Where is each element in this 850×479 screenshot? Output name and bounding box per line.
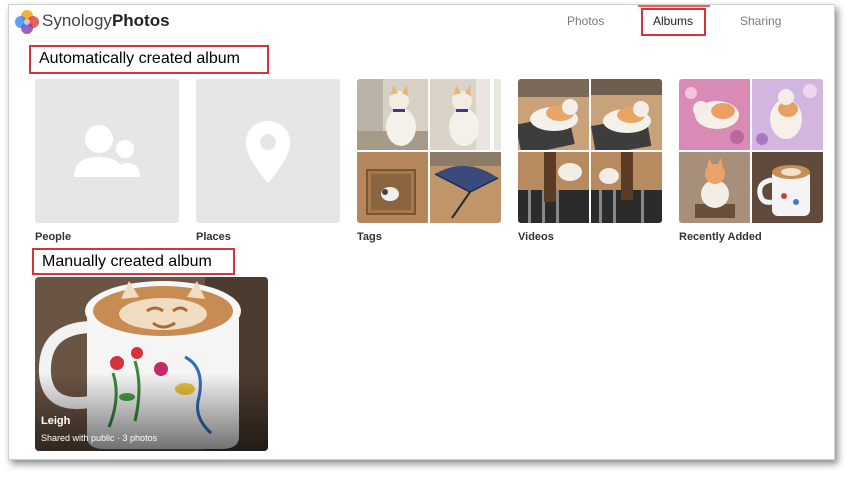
album-videos[interactable] bbox=[518, 79, 662, 223]
videos-thumb-chair-legs-1 bbox=[518, 152, 589, 223]
album-label-tags: Tags bbox=[357, 231, 382, 243]
recent-thumb-cat-blanket-2 bbox=[752, 79, 823, 150]
videos-thumb-cat-lying-1 bbox=[518, 79, 589, 150]
tags-thumb-umbrella bbox=[430, 152, 501, 223]
album-label-videos: Videos bbox=[518, 231, 554, 243]
album-recently-added[interactable] bbox=[679, 79, 823, 223]
album-leigh-title: Leigh bbox=[41, 415, 71, 427]
album-leigh-subtitle: Shared with public · 3 photos bbox=[41, 433, 158, 443]
videos-thumb-chair-legs-2 bbox=[591, 152, 662, 223]
album-label-recently-added: Recently Added bbox=[679, 231, 762, 243]
active-tab-indicator bbox=[638, 5, 710, 7]
tab-photos[interactable]: Photos bbox=[567, 14, 604, 28]
album-people[interactable] bbox=[35, 79, 179, 223]
album-places[interactable] bbox=[196, 79, 340, 223]
tab-sharing[interactable]: Sharing bbox=[740, 14, 781, 28]
album-label-places: Places bbox=[196, 231, 231, 243]
synology-photos-logo-icon bbox=[15, 10, 39, 34]
recent-thumb-cat-blanket-1 bbox=[679, 79, 750, 150]
albums-tab-highlight bbox=[641, 8, 706, 36]
videos-thumb-cat-lying-2 bbox=[591, 79, 662, 150]
album-leigh[interactable]: Leigh Shared with public · 3 photos bbox=[35, 277, 268, 451]
recent-thumb-latte-cup bbox=[752, 152, 823, 223]
brand-title: SynologyPhotos bbox=[42, 11, 170, 31]
callout-manual-albums: Manually created album bbox=[32, 248, 235, 275]
callout-automatic-albums: Automatically created album bbox=[29, 45, 269, 74]
tags-thumb-cat-box bbox=[357, 152, 428, 223]
map-pin-icon bbox=[246, 121, 290, 183]
tags-thumb-cat-window-1 bbox=[357, 79, 428, 150]
brand-bold: Photos bbox=[111, 11, 170, 30]
album-label-people: People bbox=[35, 231, 72, 243]
brand-plain: Synology bbox=[42, 11, 112, 30]
tags-thumb-cat-window-2 bbox=[430, 79, 501, 150]
app-window: SynologyPhotos Photos Albums Sharing Aut… bbox=[8, 4, 835, 460]
recent-thumb-cat-sitting bbox=[679, 152, 750, 223]
people-icon bbox=[74, 125, 140, 177]
album-tags[interactable] bbox=[357, 79, 501, 223]
